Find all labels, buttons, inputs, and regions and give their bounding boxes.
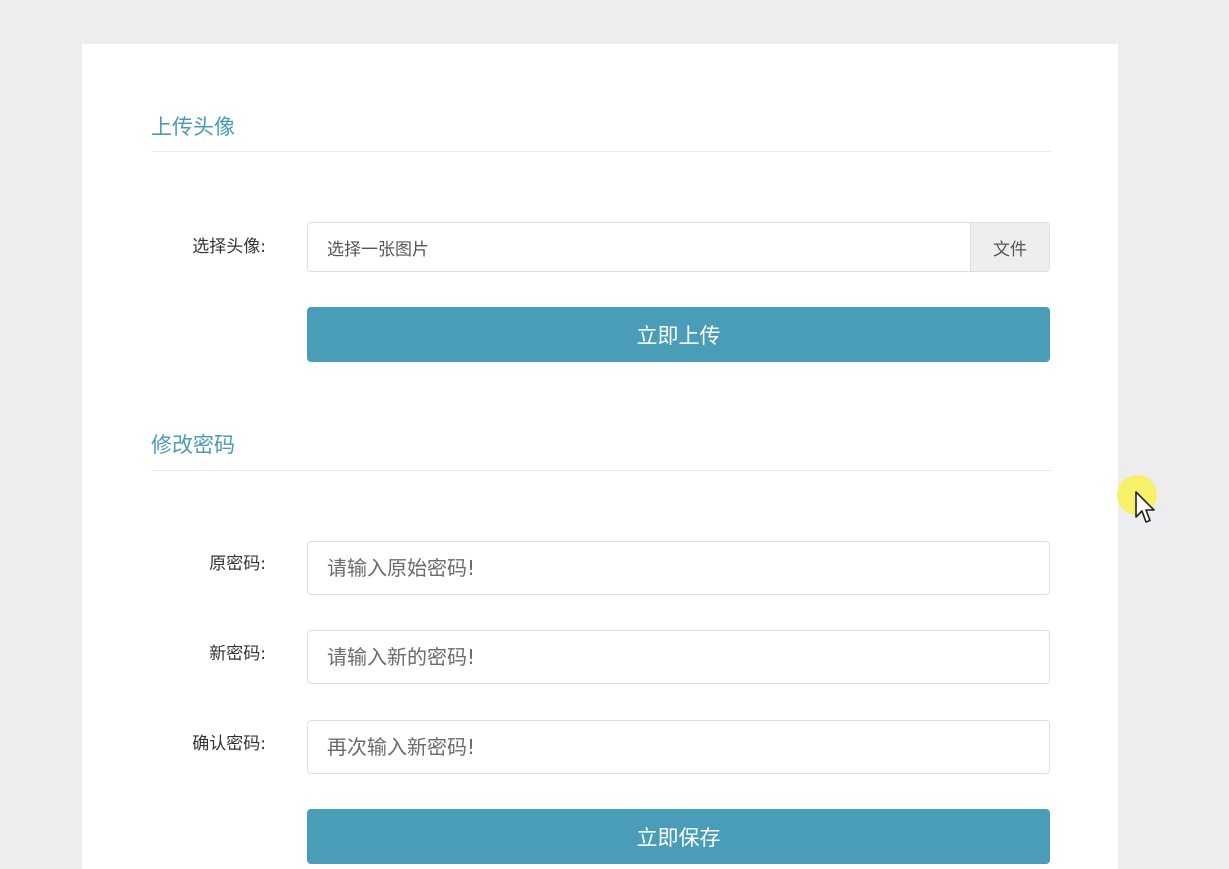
settings-card: 上传头像 选择头像: 选择一张图片 文件 立即上传 修改密码 原密码: 新密码:…	[82, 44, 1118, 869]
browse-file-button[interactable]: 文件	[970, 223, 1049, 271]
file-name-display[interactable]: 选择一张图片	[308, 223, 970, 271]
new-password-label: 新密码:	[209, 644, 266, 664]
new-password-input[interactable]	[307, 630, 1050, 684]
old-password-label: 原密码:	[209, 554, 266, 574]
save-now-button[interactable]: 立即保存	[307, 809, 1050, 864]
choose-avatar-label: 选择头像:	[192, 237, 266, 257]
confirm-password-input[interactable]	[307, 720, 1050, 774]
password-section-title: 修改密码	[151, 433, 235, 457]
avatar-section-title: 上传头像	[151, 115, 235, 139]
upload-now-button[interactable]: 立即上传	[307, 307, 1050, 362]
confirm-password-label: 确认密码:	[192, 734, 266, 754]
password-section-divider	[151, 470, 1051, 471]
old-password-input[interactable]	[307, 541, 1050, 595]
avatar-file-picker[interactable]: 选择一张图片 文件	[307, 222, 1050, 272]
mouse-pointer-icon	[1135, 491, 1155, 523]
avatar-section-divider	[151, 151, 1051, 152]
